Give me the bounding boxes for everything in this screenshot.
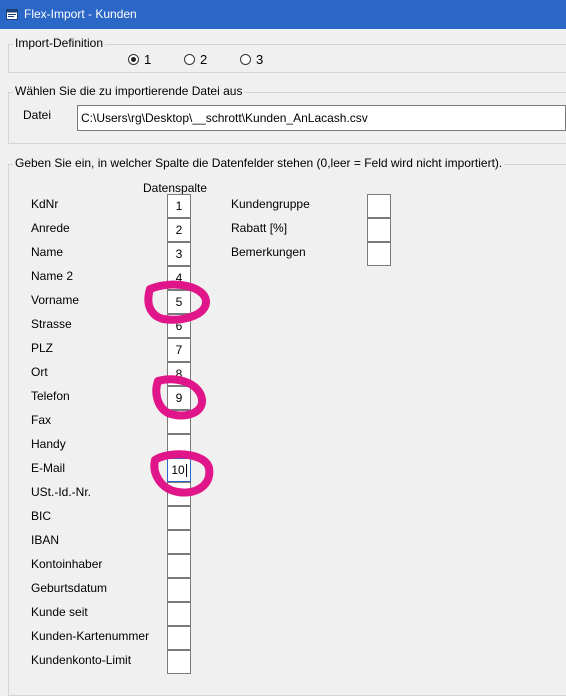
column-input-e-mail[interactable]: 10 — [167, 458, 191, 482]
column-input-kontoinhaber[interactable] — [167, 554, 191, 578]
text-caret — [185, 464, 187, 478]
radio-option-1[interactable] — [128, 54, 139, 65]
column-input-kunden-kartenummer[interactable] — [167, 626, 191, 650]
field-label-kontoinhaber: Kontoinhaber — [31, 557, 103, 571]
app-icon — [6, 9, 18, 20]
field-label-rabatt: Rabatt [%] — [231, 221, 288, 235]
field-label-e-mail: E-Mail — [31, 461, 66, 475]
field-label-ust-id-nr: USt.-Id.-Nr. — [31, 485, 92, 499]
file-label: Datei — [23, 108, 52, 122]
field-label-geburtsdatum: Geburtsdatum — [31, 581, 108, 595]
column-input-iban[interactable] — [167, 530, 191, 554]
field-label-name: Name — [31, 245, 64, 259]
field-label-kunde-seit: Kunde seit — [31, 605, 88, 619]
column-input-kunde-seit[interactable] — [167, 602, 191, 626]
field-label-handy: Handy — [31, 437, 66, 451]
file-group-title: Wählen Sie die zu importierende Datei au… — [13, 84, 245, 98]
radio-option-2[interactable] — [184, 54, 195, 65]
radio-label-1[interactable]: 1 — [144, 52, 151, 67]
column-input-fax[interactable] — [167, 410, 191, 434]
radio-option-3[interactable] — [240, 54, 251, 65]
column-input-telefon[interactable]: 9 — [167, 386, 191, 410]
column-input-bemerkungen[interactable] — [367, 242, 391, 266]
column-input-ust-id-nr[interactable] — [167, 482, 191, 506]
field-label-telefon: Telefon — [31, 389, 70, 403]
field-label-bic: BIC — [31, 509, 52, 523]
file-path-input[interactable]: C:\Users\rg\Desktop\__schrott\Kunden_AnL… — [77, 105, 566, 131]
column-input-vorname[interactable]: 5 — [167, 290, 191, 314]
column-input-strasse[interactable]: 6 — [167, 314, 191, 338]
field-mapping-group — [8, 164, 566, 696]
column-input-rabatt[interactable] — [367, 218, 391, 242]
field-label-strasse: Strasse — [31, 317, 72, 331]
field-label-vorname: Vorname — [31, 293, 80, 307]
field-label-kunden-kartenummer: Kunden-Kartenummer — [31, 629, 150, 643]
field-label-kundenkonto-limit: Kundenkonto-Limit — [31, 653, 132, 667]
column-input-ort[interactable]: 8 — [167, 362, 191, 386]
field-label-bemerkungen: Bemerkungen — [231, 245, 306, 259]
radio-label-3[interactable]: 3 — [256, 52, 263, 67]
field-label-ort: Ort — [31, 365, 48, 379]
column-input-geburtsdatum[interactable] — [167, 578, 191, 602]
column-input-kundengruppe[interactable] — [367, 194, 391, 218]
title-bar[interactable]: Flex-Import - Kunden — [0, 0, 566, 29]
field-label-plz: PLZ — [31, 341, 54, 355]
field-mapping-title: Geben Sie ein, in welcher Spalte die Dat… — [13, 156, 505, 170]
column-input-name[interactable]: 3 — [167, 242, 191, 266]
field-label-kundengruppe: Kundengruppe — [231, 197, 310, 211]
import-definition-title: Import-Definition — [13, 36, 106, 50]
datenspalte-header: Datenspalte — [143, 181, 208, 195]
column-input-plz[interactable]: 7 — [167, 338, 191, 362]
column-input-kdnr[interactable]: 1 — [167, 194, 191, 218]
field-label-anrede: Anrede — [31, 221, 70, 235]
field-label-fax: Fax — [31, 413, 52, 427]
column-input-handy[interactable] — [167, 434, 191, 458]
column-input-kundenkonto-limit[interactable] — [167, 650, 191, 674]
window-title: Flex-Import - Kunden — [24, 7, 137, 21]
column-input-name-2[interactable]: 4 — [167, 266, 191, 290]
radio-label-2[interactable]: 2 — [200, 52, 207, 67]
field-label-kdnr: KdNr — [31, 197, 59, 211]
column-input-bic[interactable] — [167, 506, 191, 530]
field-label-iban: IBAN — [31, 533, 60, 547]
field-label-name-2: Name 2 — [31, 269, 74, 283]
column-input-anrede[interactable]: 2 — [167, 218, 191, 242]
